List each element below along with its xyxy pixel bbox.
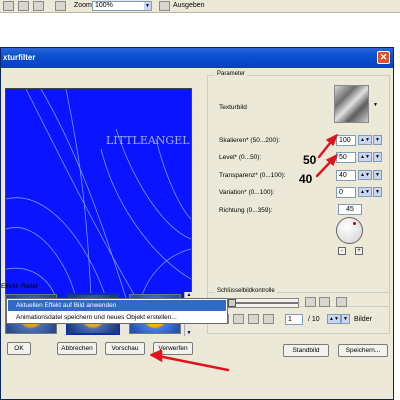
- menu-item-apply-effect[interactable]: Aktuellen Effekt auf Bild anwenden: [8, 300, 226, 311]
- annotation-menu-arrow: [150, 350, 230, 372]
- preview-button[interactable]: Vorschau: [105, 342, 145, 355]
- frame-input[interactable]: 1: [285, 314, 303, 325]
- texture-image-picker[interactable]: [334, 85, 369, 123]
- camera-icon[interactable]: [33, 1, 44, 11]
- wand-icon[interactable]: [336, 297, 347, 307]
- stop-icon[interactable]: [263, 314, 274, 324]
- standard-button[interactable]: Standbild: [283, 344, 329, 357]
- total-frames-label: / 10: [308, 316, 320, 323]
- zoom-value: 100%: [95, 2, 113, 9]
- tool-icon-2[interactable]: [18, 1, 29, 11]
- chevron-down-icon[interactable]: ▼: [373, 135, 382, 145]
- annotation-arrows: [315, 134, 339, 178]
- transparency-label: Transparenz* (0...100):: [219, 172, 286, 179]
- direction-input[interactable]: 45: [338, 204, 362, 215]
- level-label: Level* (0...50):: [219, 154, 262, 161]
- texture-filter-dialog: xturfilter ✕ LITTLEANGEL ▲ ▼ Effekt: Rel…: [0, 47, 394, 400]
- variation-spinner[interactable]: ▲▼: [358, 187, 372, 197]
- printer-icon[interactable]: [159, 1, 170, 11]
- zoom-select[interactable]: 100% ▼: [92, 1, 152, 11]
- direction-increment-button[interactable]: +: [355, 247, 363, 255]
- chevron-down-icon[interactable]: ▼: [373, 170, 382, 180]
- play-icon[interactable]: [248, 314, 259, 324]
- direction-label: Richtung (0...359):: [219, 207, 273, 214]
- frames-spinner[interactable]: ▲▼: [327, 314, 341, 324]
- slider-thumb[interactable]: [228, 299, 236, 307]
- arrow-line: [156, 354, 230, 372]
- texture-label: Texturbild: [219, 104, 247, 111]
- close-button[interactable]: ✕: [377, 51, 390, 64]
- chevron-down-icon[interactable]: ▼: [373, 102, 378, 108]
- keyframe-slider[interactable]: [217, 298, 299, 308]
- preview-canvas[interactable]: LITTLEANGEL: [5, 88, 192, 299]
- parameter-group-title: Parameter: [215, 71, 248, 77]
- chevron-down-icon[interactable]: ▼: [373, 152, 382, 162]
- app-toolbar: Zoom 100% ▼ Ausgeben: [0, 0, 400, 13]
- frames-label: Bilder: [354, 316, 372, 323]
- dialog-title: xturfilter: [3, 53, 36, 62]
- chevron-down-icon[interactable]: ▼: [144, 2, 151, 10]
- minus-icon: -: [341, 248, 343, 254]
- remove-keyframe-icon[interactable]: [319, 297, 330, 307]
- chevron-down-icon[interactable]: ▼: [185, 330, 193, 336]
- variation-input[interactable]: 0: [336, 187, 356, 198]
- direction-dial[interactable]: [336, 217, 363, 244]
- level-spinner[interactable]: ▲▼: [358, 152, 372, 162]
- variation-label: Variation* (0...100):: [219, 189, 275, 196]
- transparency-spinner[interactable]: ▲▼: [358, 170, 372, 180]
- scale-spinner[interactable]: ▲▼: [358, 135, 372, 145]
- loop-icon[interactable]: [233, 314, 244, 324]
- tool-icon-3[interactable]: [55, 1, 66, 11]
- texture-preview-svg: LITTLEANGEL: [5, 88, 192, 299]
- menu-item-save-animation[interactable]: Animationsdatei speichern und neues Obje…: [8, 312, 226, 323]
- arrowhead: [150, 350, 163, 363]
- chevron-down-icon[interactable]: ▼: [341, 314, 350, 324]
- dialog-title-bar: xturfilter ✕: [1, 48, 393, 68]
- keyframe-group-title: Schlüsselbildkontrolle: [215, 288, 277, 294]
- tool-icon-1[interactable]: [3, 1, 14, 11]
- direction-decrement-button[interactable]: -: [338, 247, 346, 255]
- ok-dropdown-menu: Aktuellen Effekt auf Bild anwenden Anima…: [6, 298, 228, 324]
- close-icon: ✕: [379, 52, 388, 62]
- scale-label: Skalieren* (50...200):: [219, 137, 281, 144]
- save-button[interactable]: Speichern...: [338, 344, 388, 357]
- add-keyframe-icon[interactable]: [305, 297, 316, 307]
- zoom-label: Zoom: [74, 2, 92, 9]
- watermark-text: LITTLEANGEL: [106, 134, 190, 147]
- effect-label: Effekt: Relief: [1, 283, 38, 290]
- plus-icon: +: [357, 248, 361, 254]
- output-label[interactable]: Ausgeben: [173, 2, 205, 9]
- dial-marker: [353, 222, 356, 225]
- ok-button[interactable]: OK: [7, 342, 31, 355]
- cancel-button[interactable]: Abbrechen: [57, 342, 97, 355]
- chevron-down-icon[interactable]: ▼: [373, 187, 382, 197]
